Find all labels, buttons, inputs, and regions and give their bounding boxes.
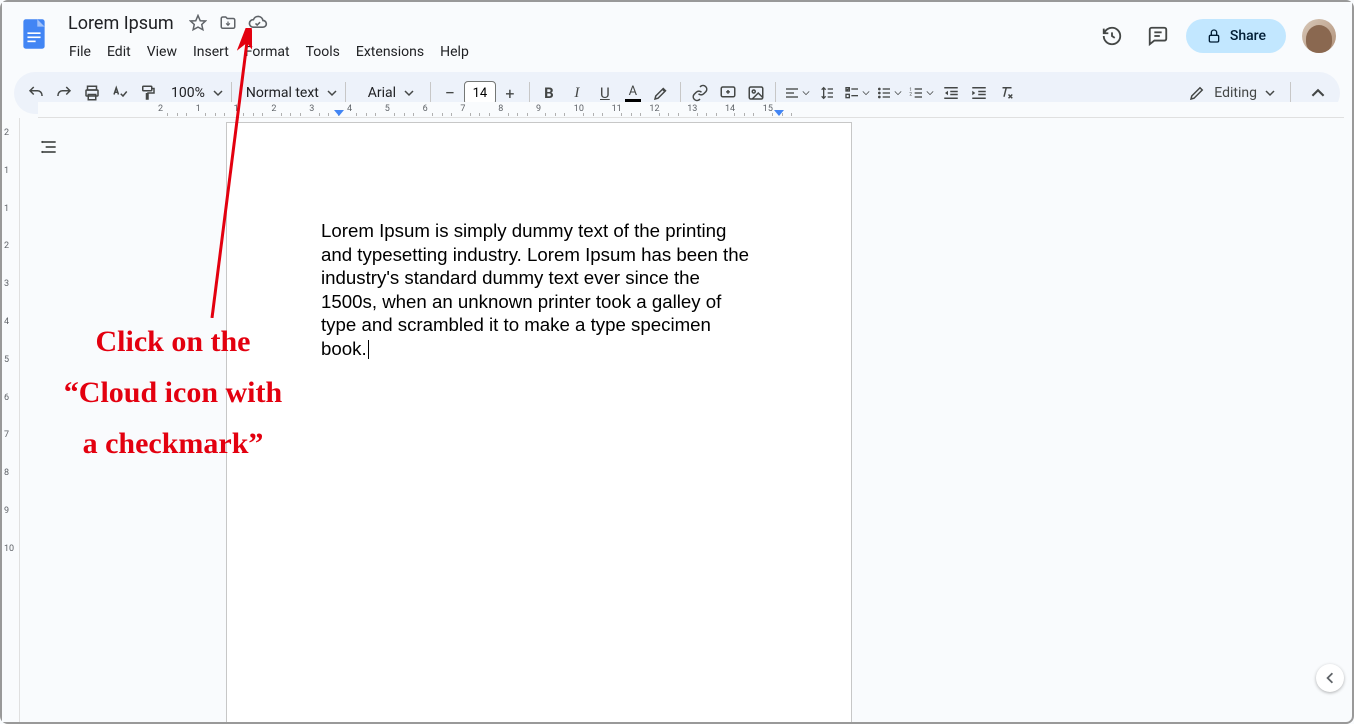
ruler-tick: 7 <box>4 430 9 440</box>
document-canvas: Lorem Ipsum is simply dummy text of the … <box>20 118 1344 722</box>
ruler-tick: 7 <box>460 104 465 114</box>
ruler-tick: 6 <box>423 104 428 114</box>
ruler-tick: 4 <box>4 317 9 327</box>
ruler-tick: 6 <box>4 393 9 403</box>
menu-help[interactable]: Help <box>433 41 476 63</box>
menu-edit[interactable]: Edit <box>100 41 138 63</box>
menu-extensions[interactable]: Extensions <box>349 41 431 63</box>
horizontal-ruler[interactable]: 21123456789101112131415 <box>38 102 1344 118</box>
text-cursor <box>368 340 369 359</box>
ruler-tick: 2 <box>4 241 9 251</box>
ruler-tick: 3 <box>4 279 9 289</box>
document-page[interactable]: Lorem Ipsum is simply dummy text of the … <box>226 122 852 722</box>
menu-insert[interactable]: Insert <box>186 41 236 63</box>
vertical-ruler[interactable]: 2 1 1 2 3 4 5 6 7 8 9 10 <box>2 118 20 722</box>
app-header: Lorem Ipsum File Edit View Insert Format… <box>2 2 1352 66</box>
ruler-tick: 2 <box>271 104 276 114</box>
account-avatar[interactable] <box>1302 19 1336 53</box>
ruler-tick: 1 <box>4 204 9 214</box>
chevron-down-icon <box>1265 88 1275 98</box>
ruler-tick: 8 <box>498 104 503 114</box>
menu-format[interactable]: Format <box>238 41 297 63</box>
explore-chevron-icon[interactable] <box>1316 664 1344 692</box>
outline-toggle-icon[interactable] <box>34 132 64 162</box>
cloud-check-icon[interactable] <box>246 11 270 35</box>
comments-icon[interactable] <box>1140 18 1176 54</box>
pencil-icon <box>1188 84 1206 102</box>
ruler-tick: 4 <box>347 104 352 114</box>
ruler-tick: 2 <box>4 128 9 138</box>
ruler-tick: 10 <box>4 544 14 554</box>
star-icon[interactable] <box>186 11 210 35</box>
menu-file[interactable]: File <box>62 41 98 63</box>
menu-bar: File Edit View Insert Format Tools Exten… <box>62 38 1094 66</box>
ruler-tick: 3 <box>309 104 314 114</box>
share-button[interactable]: Share <box>1186 19 1286 53</box>
share-label: Share <box>1230 28 1266 44</box>
svg-text:2: 2 <box>909 92 912 98</box>
menu-tools[interactable]: Tools <box>299 41 347 63</box>
history-icon[interactable] <box>1094 18 1130 54</box>
document-body-text[interactable]: Lorem Ipsum is simply dummy text of the … <box>321 219 757 360</box>
header-right: Share <box>1094 18 1340 54</box>
ruler-tick: 5 <box>385 104 390 114</box>
mode-label: Editing <box>1214 85 1257 101</box>
move-folder-icon[interactable] <box>216 11 240 35</box>
ruler-tick: 9 <box>4 506 9 516</box>
ruler-tick: 1 <box>4 166 9 176</box>
ruler-tick: 2 <box>158 104 163 114</box>
ruler-tick: 1 <box>234 104 239 114</box>
document-title[interactable]: Lorem Ipsum <box>62 12 180 35</box>
ruler-tick: 5 <box>4 355 9 365</box>
menu-view[interactable]: View <box>140 41 184 63</box>
ruler-tick: 8 <box>4 468 9 478</box>
ruler-tick: 1 <box>196 104 201 114</box>
ruler-tick: 9 <box>536 104 541 114</box>
docs-logo[interactable] <box>14 14 54 54</box>
title-area: Lorem Ipsum File Edit View Insert Format… <box>62 10 1094 66</box>
